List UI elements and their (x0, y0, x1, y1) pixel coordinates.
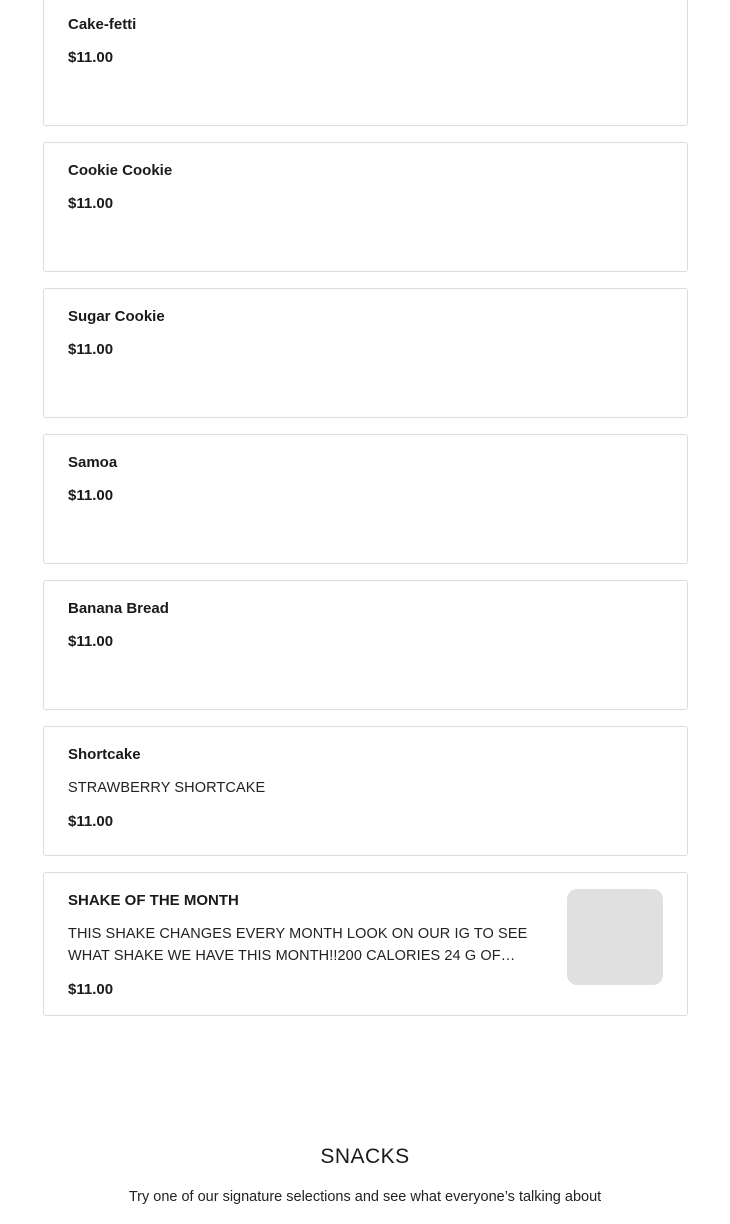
menu-item-price: $11.00 (68, 487, 114, 504)
menu-item-price: $11.00 (68, 633, 114, 650)
menu-item-name: Banana Bread (68, 600, 169, 617)
menu-item-name: Sugar Cookie (68, 308, 165, 325)
menu-item-card[interactable]: Sugar Cookie $11.00 (43, 288, 688, 418)
menu-item-name: Shortcake (68, 746, 141, 763)
menu-item-price: $11.00 (68, 195, 114, 212)
menu-item-card[interactable]: Cookie Cookie $11.00 (43, 142, 688, 272)
menu-item-card[interactable]: Shortcake STRAWBERRY SHORTCAKE $11.00 (43, 726, 688, 856)
menu-item-name: Samoa (68, 454, 118, 471)
menu-item-price: $11.00 (68, 49, 114, 66)
menu-item-name: Cake-fetti (68, 16, 137, 33)
menu-item-image-placeholder (567, 889, 663, 985)
menu-item-list: Cake-fetti $11.00 Cookie Cookie $11.00 S… (43, 0, 688, 1032)
menu-item-description: THIS SHAKE CHANGES EVERY MONTH LOOK ON O… (68, 926, 528, 964)
menu-item-card[interactable]: Cake-fetti $11.00 (43, 0, 688, 126)
menu-item-card[interactable]: Samoa $11.00 (43, 434, 688, 564)
menu-item-description: STRAWBERRY SHORTCAKE (68, 780, 266, 796)
menu-item-card[interactable]: Banana Bread $11.00 (43, 580, 688, 710)
snacks-section-title: SNACKS (320, 1145, 410, 1168)
menu-item-name: Cookie Cookie (68, 162, 173, 179)
menu-item-price: $11.00 (68, 341, 114, 358)
snacks-section-subtitle: Try one of our signature selections and … (128, 1189, 602, 1205)
menu-item-price: $11.00 (68, 813, 114, 830)
menu-item-card[interactable]: SHAKE OF THE MONTH THIS SHAKE CHANGES EV… (43, 872, 688, 1016)
